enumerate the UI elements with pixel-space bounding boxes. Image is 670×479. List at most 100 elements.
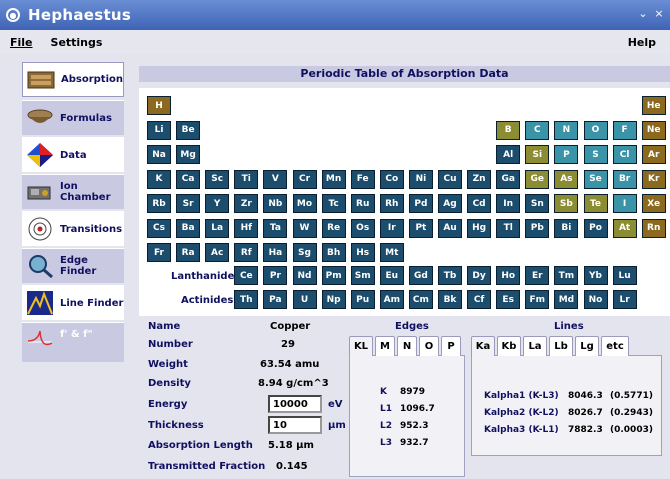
element-eu[interactable]: Eu <box>379 266 404 285</box>
element-dy[interactable]: Dy <box>467 266 492 285</box>
element-hf[interactable]: Hf <box>234 218 259 238</box>
element-y[interactable]: Y <box>205 194 230 213</box>
element-pa[interactable]: Pa <box>263 290 288 309</box>
element-er[interactable]: Er <box>525 266 550 285</box>
element-cr[interactable]: Cr <box>292 169 317 189</box>
element-nb[interactable]: Nb <box>263 194 288 213</box>
sidebar-item-f-prime[interactable]: f' & f" <box>22 322 124 362</box>
element-c[interactable]: C <box>525 120 550 140</box>
element-tl[interactable]: Tl <box>496 218 521 238</box>
element-re[interactable]: Re <box>321 218 346 238</box>
element-nd[interactable]: Nd <box>292 266 317 285</box>
element-sn[interactable]: Sn <box>525 194 550 213</box>
element-au[interactable]: Au <box>438 218 462 238</box>
element-he[interactable]: He <box>641 96 666 115</box>
element-xe[interactable]: Xe <box>641 194 666 213</box>
element-os[interactable]: Os <box>350 218 375 238</box>
menu-help[interactable]: Help <box>618 36 664 49</box>
menu-file[interactable]: File <box>0 36 41 49</box>
element-n[interactable]: N <box>554 120 579 140</box>
element-rh[interactable]: Rh <box>379 194 404 213</box>
element-pb[interactable]: Pb <box>525 218 550 238</box>
sidebar-item-transitions[interactable]: Transitions <box>22 211 124 246</box>
tab-kl[interactable]: KL <box>349 336 373 356</box>
element-li[interactable]: Li <box>147 120 171 140</box>
element-pm[interactable]: Pm <box>321 266 346 285</box>
sidebar-item-absorption[interactable]: Absorption <box>22 62 124 97</box>
element-mt[interactable]: Mt <box>379 243 404 262</box>
energy-input[interactable] <box>268 395 322 413</box>
element-bk[interactable]: Bk <box>438 290 462 309</box>
element-s[interactable]: S <box>583 145 608 164</box>
element-am[interactable]: Am <box>379 290 404 309</box>
element-ag[interactable]: Ag <box>438 194 462 213</box>
element-np[interactable]: Np <box>321 290 346 309</box>
element-pd[interactable]: Pd <box>408 194 433 213</box>
element-h[interactable]: H <box>147 96 171 115</box>
tab-p[interactable]: P <box>441 336 461 356</box>
tab-lb[interactable]: Lb <box>549 336 573 356</box>
element-u[interactable]: U <box>292 290 317 309</box>
element-hg[interactable]: Hg <box>467 218 492 238</box>
element-ba[interactable]: Ba <box>176 218 201 238</box>
element-fm[interactable]: Fm <box>525 290 550 309</box>
element-cl[interactable]: Cl <box>612 145 637 164</box>
element-mn[interactable]: Mn <box>321 169 346 189</box>
element-mo[interactable]: Mo <box>292 194 317 213</box>
element-sc[interactable]: Sc <box>205 169 230 189</box>
sidebar-item-formulas[interactable]: Formulas <box>22 100 124 135</box>
element-ti[interactable]: Ti <box>234 169 259 189</box>
element-tm[interactable]: Tm <box>554 266 579 285</box>
element-rn[interactable]: Rn <box>641 218 666 238</box>
element-ir[interactable]: Ir <box>379 218 404 238</box>
tab-o[interactable]: O <box>419 336 439 356</box>
element-lu[interactable]: Lu <box>612 266 637 285</box>
element-br[interactable]: Br <box>612 169 637 189</box>
element-bh[interactable]: Bh <box>321 243 346 262</box>
close-icon[interactable]: × <box>652 6 666 20</box>
element-ga[interactable]: Ga <box>496 169 521 189</box>
element-ar[interactable]: Ar <box>641 145 666 164</box>
element-md[interactable]: Md <box>554 290 579 309</box>
element-pt[interactable]: Pt <box>408 218 433 238</box>
element-sg[interactable]: Sg <box>292 243 317 262</box>
element-la[interactable]: La <box>205 218 230 238</box>
menu-settings[interactable]: Settings <box>41 36 111 49</box>
element-ac[interactable]: Ac <box>205 243 230 262</box>
tab-m[interactable]: M <box>375 336 395 356</box>
element-rb[interactable]: Rb <box>147 194 171 213</box>
element-sb[interactable]: Sb <box>554 194 579 213</box>
element-hs[interactable]: Hs <box>350 243 375 262</box>
element-cs[interactable]: Cs <box>147 218 171 238</box>
element-ne[interactable]: Ne <box>641 120 666 140</box>
tab-n[interactable]: N <box>397 336 417 356</box>
element-no[interactable]: No <box>583 290 608 309</box>
element-tb[interactable]: Tb <box>438 266 462 285</box>
element-fe[interactable]: Fe <box>350 169 375 189</box>
tab-la[interactable]: La <box>523 336 547 356</box>
tab-lg[interactable]: Lg <box>575 336 599 356</box>
element-cf[interactable]: Cf <box>467 290 492 309</box>
element-lr[interactable]: Lr <box>612 290 637 309</box>
element-rf[interactable]: Rf <box>234 243 259 262</box>
element-cd[interactable]: Cd <box>467 194 492 213</box>
element-sr[interactable]: Sr <box>176 194 201 213</box>
sidebar-item-line-finder[interactable]: Line Finder <box>22 285 124 320</box>
element-th[interactable]: Th <box>234 290 259 309</box>
element-se[interactable]: Se <box>583 169 608 189</box>
tab-kb[interactable]: Kb <box>497 336 521 356</box>
element-ru[interactable]: Ru <box>350 194 375 213</box>
element-be[interactable]: Be <box>176 120 201 140</box>
element-b[interactable]: B <box>496 120 521 140</box>
element-pr[interactable]: Pr <box>263 266 288 285</box>
element-p[interactable]: P <box>554 145 579 164</box>
element-ca[interactable]: Ca <box>176 169 201 189</box>
sidebar-item-edge-finder[interactable]: Edge Finder <box>22 248 124 283</box>
element-cu[interactable]: Cu <box>438 169 462 189</box>
element-in[interactable]: In <box>496 194 521 213</box>
element-f[interactable]: F <box>612 120 637 140</box>
element-co[interactable]: Co <box>379 169 404 189</box>
tab-ka[interactable]: Ka <box>471 336 495 356</box>
element-cm[interactable]: Cm <box>408 290 433 309</box>
element-ho[interactable]: Ho <box>496 266 521 285</box>
